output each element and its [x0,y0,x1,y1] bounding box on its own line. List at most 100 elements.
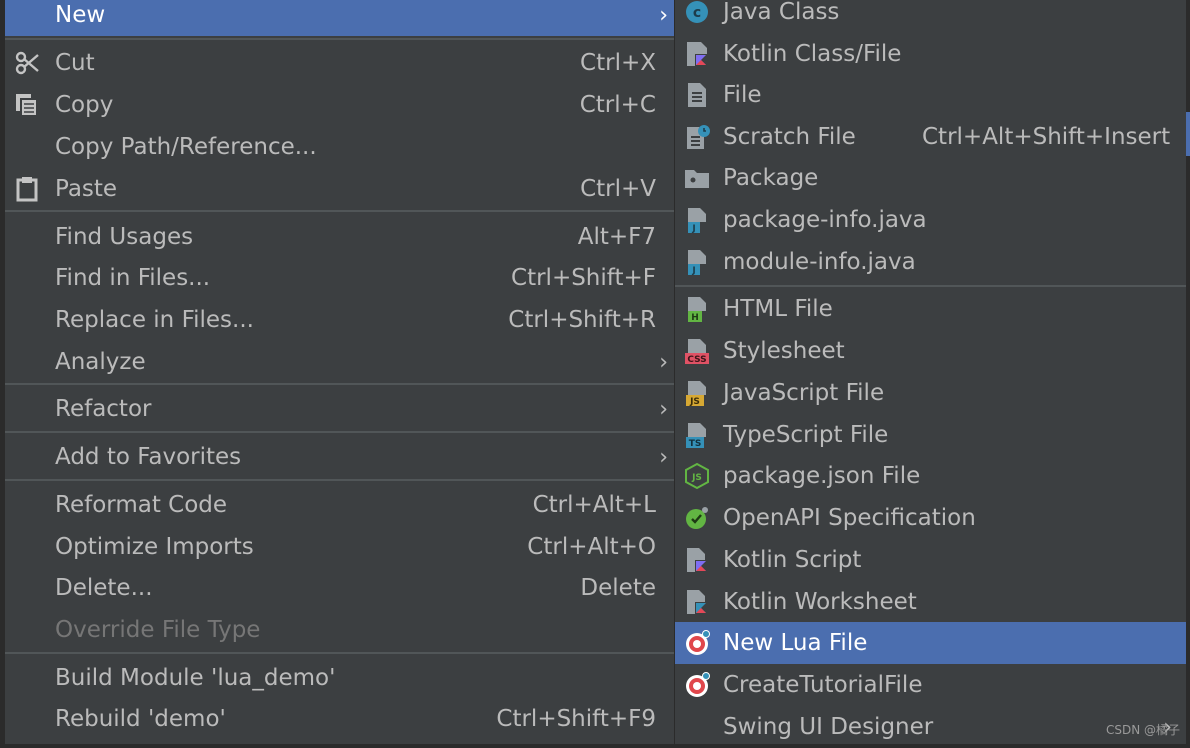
menu-item-copy-path[interactable]: Copy Path/Reference... [5,126,674,168]
submenu-arrow-icon: › [659,2,668,28]
menu-item-optimize-imports[interactable]: Optimize Imports Ctrl+Alt+O [5,526,674,568]
menu-item-paste[interactable]: Paste Ctrl+V [5,168,674,210]
svg-text:J: J [691,266,695,276]
ts-file-icon: TS [683,421,711,449]
menu-item-label: Add to Favorites [55,444,242,470]
menu-item-label: Copy [55,92,114,118]
submenu-item-typescript-file[interactable]: TS TypeScript File [675,414,1186,456]
menu-item-label: Refactor [55,396,152,422]
menu-item-delete[interactable]: Delete... Delete [5,567,674,609]
menu-item-build-module[interactable]: Build Module 'lua_demo' [5,657,674,699]
shortcut-text: Ctrl+V [580,176,656,202]
submenu-arrow-icon: › [659,349,668,375]
svg-text:CSS: CSS [687,355,706,365]
js-file-icon: JS [683,379,711,407]
submenu-item-package-json[interactable]: JS package.json File [675,455,1186,497]
context-menu: New › Cut Ctrl+X Copy Ctrl+C Copy Path/R… [5,0,674,744]
menu-item-copy[interactable]: Copy Ctrl+C [5,84,674,126]
menu-item-rebuild[interactable]: Rebuild 'demo' Ctrl+Shift+F9 [5,698,674,740]
menu-item-cut[interactable]: Cut Ctrl+X [5,42,674,84]
submenu-item-package[interactable]: Package [675,157,1186,199]
shortcut-text: Ctrl+C [579,92,656,118]
shortcut-text: Ctrl+Shift+F [511,265,656,291]
copy-icon [13,91,41,119]
separator [675,285,1186,287]
separator [5,652,674,654]
submenu-item-label: HTML File [723,296,833,322]
svg-text:TS: TS [689,439,702,449]
menu-item-find-usages[interactable]: Find Usages Alt+F7 [5,216,674,258]
menu-item-label: New [55,2,106,28]
submenu-item-label: New Lua File [723,630,868,656]
submenu-item-stylesheet[interactable]: CSS Stylesheet [675,330,1186,372]
menu-item-label: Reformat Code [55,492,228,518]
menu-item-analyze[interactable]: Analyze › [5,341,674,383]
menu-item-label: Optimize Imports [55,534,254,560]
menu-item-find-in-files[interactable]: Find in Files... Ctrl+Shift+F [5,257,674,299]
scrollbar-thumb[interactable] [1186,112,1190,156]
submenu-item-javascript-file[interactable]: JS JavaScript File [675,372,1186,414]
submenu-item-label: Package [723,165,819,191]
submenu-item-label: package-info.java [723,207,927,233]
html-file-icon: H [683,295,711,323]
submenu-item-kotlin-script[interactable]: Kotlin Script [675,539,1186,581]
menu-item-label: Paste [55,176,118,202]
submenu-item-module-info[interactable]: J module-info.java [675,241,1186,283]
submenu-item-package-info[interactable]: J package-info.java [675,199,1186,241]
submenu-item-new-lua-file[interactable]: New Lua File [675,622,1186,664]
shortcut-text: Ctrl+Alt+O [527,534,656,560]
shortcut-text: Ctrl+Shift+F9 [496,706,656,732]
submenu-arrow-icon: › [659,444,668,470]
file-icon [683,81,711,109]
submenu-item-label: TypeScript File [723,422,889,448]
menu-item-label: Find in Files... [55,265,211,291]
svg-text:JS: JS [689,397,700,407]
lua-icon [683,671,711,699]
submenu-item-file[interactable]: File [675,74,1186,116]
shortcut-text: Ctrl+Shift+R [508,307,656,333]
separator [5,38,674,40]
svg-text:J: J [691,224,695,234]
menu-item-refactor[interactable]: Refactor › [5,388,674,430]
kotlin-worksheet-icon [683,588,711,616]
submenu-item-scratch-file[interactable]: Scratch File Ctrl+Alt+Shift+Insert [675,116,1186,158]
openapi-icon [683,504,711,532]
submenu-item-label: Stylesheet [723,338,845,364]
shortcut-text: Alt+F7 [577,224,656,250]
kotlin-script-icon [683,546,711,574]
submenu-item-label: Java Class [723,0,840,25]
menu-item-reformat-code[interactable]: Reformat Code Ctrl+Alt+L [5,484,674,526]
submenu-item-create-tutorial-file[interactable]: CreateTutorialFile [675,664,1186,706]
scratch-file-icon [683,123,711,151]
kotlin-file-icon [683,40,711,68]
menu-item-add-to-favorites[interactable]: Add to Favorites › [5,436,674,478]
menu-item-override-file-type: Override File Type [5,609,674,651]
shortcut-text: Delete [580,575,656,601]
separator [5,479,674,481]
menu-item-label: Delete... [55,575,153,601]
submenu-item-java-class[interactable]: c Java Class [675,0,1186,33]
menu-item-replace-in-files[interactable]: Replace in Files... Ctrl+Shift+R [5,299,674,341]
menu-item-label: Analyze [55,349,146,375]
submenu-item-label: Kotlin Worksheet [723,589,917,615]
submenu-item-openapi[interactable]: OpenAPI Specification [675,497,1186,539]
svg-text:c: c [693,5,701,21]
shortcut-text: Ctrl+Alt+Shift+Insert [922,124,1171,150]
submenu-item-kotlin-worksheet[interactable]: Kotlin Worksheet [675,581,1186,623]
separator [5,431,674,433]
menu-item-label: Build Module 'lua_demo' [55,665,336,691]
shortcut-text: Ctrl+Alt+L [532,492,656,518]
submenu-item-label: Swing UI Designer [723,714,934,740]
watermark-text: CSDN @橘子 [1105,723,1180,737]
submenu-item-label: JavaScript File [723,380,885,406]
menu-item-label: Find Usages [55,224,194,250]
submenu-item-label: Kotlin Class/File [723,41,902,67]
svg-text:H: H [691,313,699,323]
submenu-item-label: module-info.java [723,249,916,275]
menu-item-new[interactable]: New › [5,0,674,36]
submenu-item-label: Scratch File [723,124,856,150]
menu-item-label: Override File Type [55,617,261,643]
submenu-item-kotlin-class[interactable]: Kotlin Class/File [675,33,1186,75]
menu-item-label: Cut [55,50,95,76]
submenu-item-html-file[interactable]: H HTML File [675,288,1186,330]
